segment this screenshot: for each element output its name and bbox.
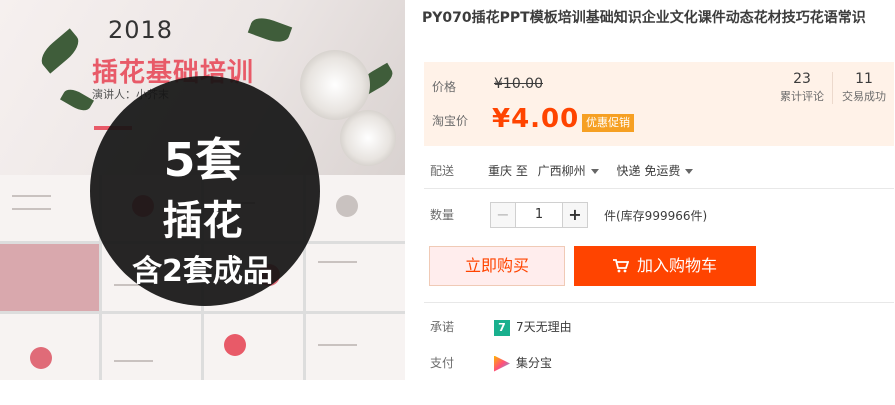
promo-badge[interactable]: 优惠促销 xyxy=(582,114,634,132)
slide-thumbnail xyxy=(0,313,99,380)
review-count-label: 累计评论 xyxy=(780,90,824,103)
destination-selector[interactable]: 广西柳州 xyxy=(538,164,599,178)
price-label: 价格 xyxy=(432,80,457,94)
divider xyxy=(832,72,833,104)
cover-year: 2018 xyxy=(108,16,174,44)
delivery-from: 重庆 至 xyxy=(488,164,528,178)
taobao-price-label: 淘宝价 xyxy=(432,114,469,128)
add-to-cart-button[interactable]: 加入购物车 xyxy=(574,246,756,286)
slide-thumbnail xyxy=(306,313,405,380)
quantity-increase-button[interactable]: + xyxy=(562,202,588,228)
shipping-method-text: 快递 免运费 xyxy=(616,164,681,178)
add-to-cart-label: 加入购物车 xyxy=(636,256,717,275)
jifenbao-icon xyxy=(494,355,510,372)
overlay-text-flower: 插花 xyxy=(162,198,243,244)
chevron-down-icon xyxy=(590,169,599,174)
rose-image xyxy=(300,50,370,120)
destination-text: 广西柳州 xyxy=(537,164,586,178)
overlay-text-sets: 5套 xyxy=(163,133,242,187)
shipping-method-selector[interactable]: 快递 免运费 xyxy=(617,164,694,178)
payment-label: 支付 xyxy=(430,356,455,370)
divider xyxy=(424,188,894,189)
buy-now-button[interactable]: 立即购买 xyxy=(429,246,565,286)
payment-method[interactable]: 集分宝 xyxy=(494,354,552,372)
review-count[interactable]: 23 累计评论 xyxy=(772,70,832,106)
price-box: 价格 ¥10.00 淘宝价 ¥4.00 优惠促销 23 累计评论 11 交易成功 xyxy=(424,62,894,146)
chevron-down-icon xyxy=(685,169,694,174)
cart-icon xyxy=(612,246,630,286)
promise-label: 承诺 xyxy=(430,320,455,334)
delivery-label: 配送 xyxy=(430,164,455,178)
original-price: ¥10.00 xyxy=(494,76,543,92)
slide-thumbnail xyxy=(204,313,303,380)
return-policy-text: 7天无理由 xyxy=(516,320,572,334)
overlay-text-finished: 含2套成品 xyxy=(132,254,273,289)
sales-count[interactable]: 11 交易成功 xyxy=(834,70,894,106)
seven-day-icon: 7 xyxy=(494,319,510,336)
payment-method-text: 集分宝 xyxy=(516,356,553,370)
product-details: PY070插花PPT模板培训基础知识企业文化课件动态花材技巧花语常识 价格 ¥1… xyxy=(418,0,895,405)
quantity-decrease-button[interactable]: − xyxy=(490,202,516,228)
current-price: ¥4.00 xyxy=(492,104,580,134)
quantity-label: 数量 xyxy=(430,208,455,222)
product-main-image[interactable]: 2018 插花基础培训 演讲人：小芥末 5套 插花 含2套成品 xyxy=(0,0,405,380)
product-title: PY070插花PPT模板培训基础知识企业文化课件动态花材技巧花语常识 xyxy=(422,10,866,26)
stock-info: 件(库存999966件) xyxy=(604,209,708,223)
sales-count-label: 交易成功 xyxy=(842,90,886,103)
delivery-info: 重庆 至 广西柳州 快递 免运费 xyxy=(488,162,694,179)
review-count-number: 23 xyxy=(793,71,811,87)
divider xyxy=(424,302,894,303)
quantity-input[interactable]: 1 xyxy=(516,202,562,228)
return-policy[interactable]: 7 7天无理由 xyxy=(494,318,572,336)
quantity-stepper: − 1 + xyxy=(490,202,588,228)
sales-count-number: 11 xyxy=(855,71,873,87)
slide-thumbnail xyxy=(102,313,201,380)
